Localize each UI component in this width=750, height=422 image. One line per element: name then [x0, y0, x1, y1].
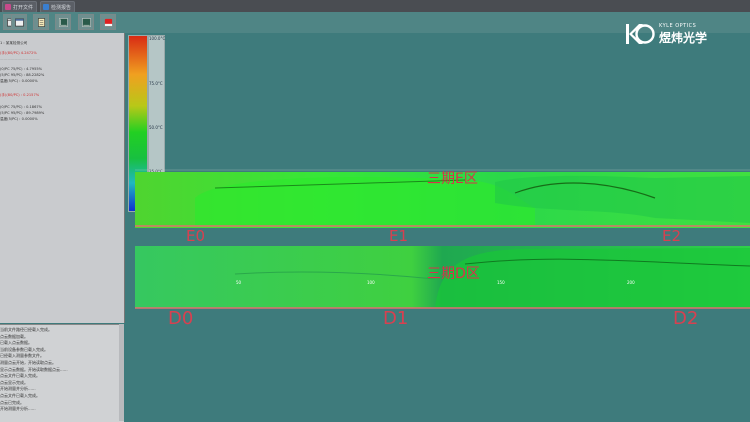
info-line: 温度(5/PC) : 0.0000%: [0, 117, 38, 121]
info-line: (0/PC 75/PC) : 4.7955%: [0, 67, 43, 71]
record-icon: [104, 18, 112, 26]
mark-label: E1: [389, 227, 409, 245]
title-bar: 打开文件 检测报告: [0, 0, 750, 13]
axis-tick: 150: [497, 280, 505, 285]
info-line: (5/PC 95/PC) : 89.7989%: [0, 111, 45, 115]
chart-icon: [58, 17, 68, 27]
document-icon: [37, 17, 45, 27]
log-line: 点云文件已载入完成。: [0, 373, 40, 379]
mark-label: D2: [673, 308, 699, 329]
info-line: (手)(80/PC) : 0.2157%: [0, 93, 40, 97]
monitor-icon: [81, 17, 91, 27]
brand: KYLE OPTICS 煜炜光学: [625, 22, 707, 46]
info-line: ———————————: [0, 57, 40, 61]
brand-chinese: 煜炜光学: [659, 30, 708, 45]
log-line: 已载入点云数据。: [0, 340, 32, 346]
log-line: 点云显示完成。: [0, 379, 28, 385]
record-button[interactable]: [100, 14, 116, 30]
log-line: 当前设备参数已载入完成。: [0, 346, 48, 352]
log-line: 点云已完成。: [0, 399, 24, 405]
log-line: 点云数据加载。: [0, 333, 28, 339]
info-line: (0/PC 75/PC) : 0.1867%: [0, 105, 43, 109]
log-line: 开始测量并分析......: [0, 406, 36, 412]
info-line: 温度(5/PC) : 0.0000%: [0, 79, 38, 83]
mark-label: D0: [168, 308, 194, 329]
scale-tick: 75.0°C: [149, 81, 163, 86]
scale-tick: 100.0°C: [149, 36, 166, 41]
log-line: 当前文件路径已经载入完成。: [0, 327, 52, 332]
region-label-d: 三期D区: [427, 266, 480, 282]
log-line: 测量点云开始，开始读取点云。: [0, 360, 56, 365]
log-line: 点云文件已载入完成。: [0, 393, 40, 398]
log-scrollbar[interactable]: [119, 324, 124, 421]
axis-tick: 100: [367, 280, 375, 285]
mark-label: E2: [662, 227, 682, 245]
chart-button[interactable]: [55, 14, 71, 30]
info-panel: 1 : 某某检测公司 (手)(80/PC) 4.2472% ——————————— (…: [0, 33, 125, 323]
log-line: 显示点云数据。开始读取数据点云......: [0, 366, 68, 372]
tab-label: 检测报告: [51, 4, 72, 11]
info-line: 1 : 某某检测公司: [0, 41, 28, 45]
file-icon: [5, 4, 11, 10]
axis-tick: 200: [627, 280, 635, 285]
log-panel: 当前文件路径已经载入完成。 点云数据加载。 已载入点云数据。 当前设备参数已载入完成。…: [0, 324, 124, 422]
mark-label: E0: [186, 227, 206, 245]
region-label-e: 三期E区: [427, 171, 478, 187]
window-icon: [14, 18, 24, 26]
axis-tick: 50: [236, 280, 242, 285]
view-button[interactable]: [78, 14, 94, 30]
report-button[interactable]: [33, 14, 49, 30]
tab-label: 打开文件: [13, 4, 34, 11]
mark-label: D1: [383, 308, 409, 329]
scale-tick: 50.0°C: [149, 125, 163, 130]
info-line: (5/PC 95/PC) : 88.2282%: [0, 73, 45, 77]
log-line: 已经载入测量参数文件。: [0, 353, 44, 359]
log-line: 开始测量并分析......: [0, 386, 36, 392]
info-line: (手)(80/PC) 4.2472%: [0, 51, 37, 55]
report-icon: [43, 4, 49, 10]
window-button[interactable]: [11, 14, 27, 30]
kyle-optics-logo: [626, 24, 655, 44]
